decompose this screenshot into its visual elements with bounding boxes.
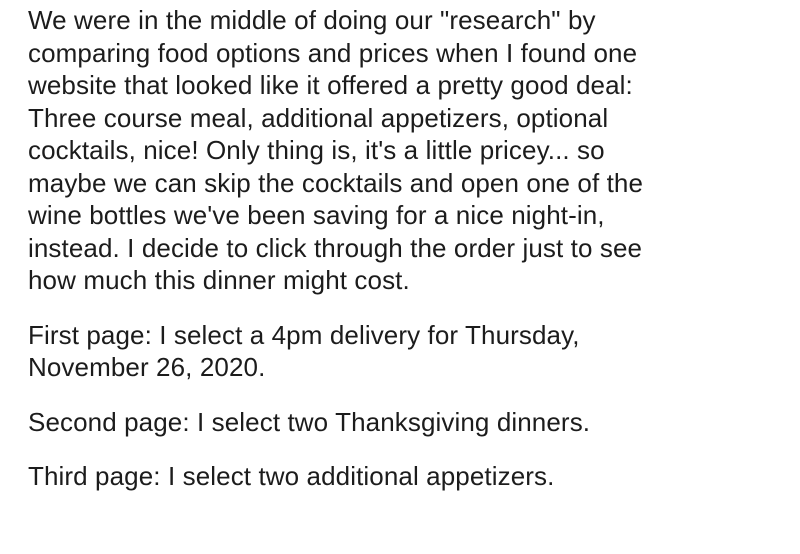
paragraph-second-page: Second page: I select two Thanksgiving d… [28, 406, 591, 437]
paragraph-research: We were in the middle of doing our "rese… [28, 5, 644, 295]
paragraph-third-page: Third page: I select two additional appe… [28, 461, 555, 491]
post-body: We were in the middle of doing our "rese… [28, 4, 788, 493]
paragraph-first-page: First page: I select a 4pm delivery for … [28, 319, 580, 383]
